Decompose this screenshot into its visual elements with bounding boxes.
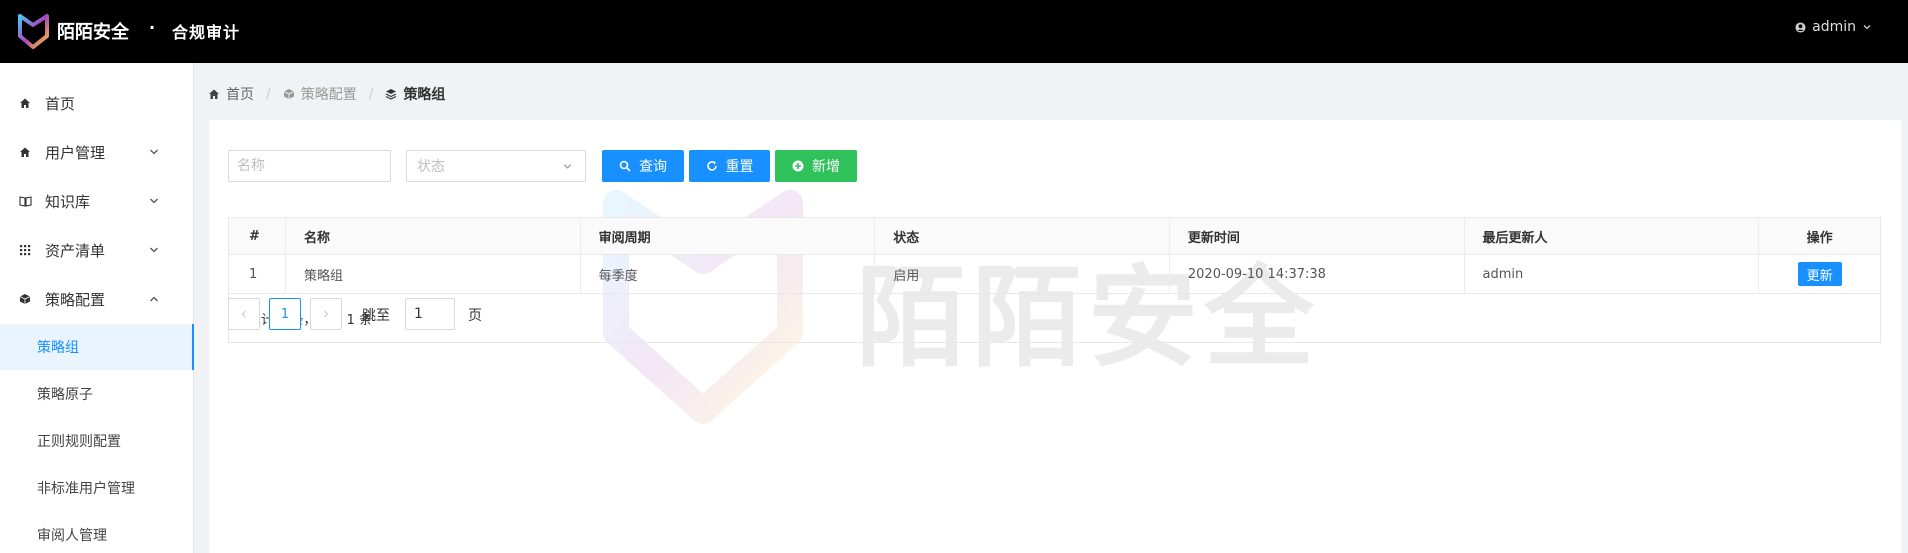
brand-name: 陌陌安全 [57, 22, 129, 43]
chevron-down-icon [150, 149, 158, 155]
breadcrumb-separator: / [266, 86, 271, 102]
sidebar-item-asset-list[interactable]: 资产清单 [0, 230, 194, 270]
row-name: 策略组 [286, 255, 581, 293]
sidebar-subitem-regex-rules[interactable]: 正则规则配置 [0, 418, 194, 464]
row-updater: admin [1465, 255, 1760, 293]
table-header-cell: 审阅周期 [581, 218, 876, 254]
breadcrumb-current-label: 策略组 [403, 87, 446, 103]
row-review-cycle: 每季度 [581, 255, 876, 293]
sidebar-subitem-policy-group[interactable]: 策略组 [0, 324, 194, 370]
table-header-cell: # [229, 218, 286, 254]
chevron-down-icon [150, 247, 158, 253]
sidebar-subitem-label: 非标准用户管理 [37, 481, 135, 497]
momo-logo-icon [18, 14, 49, 49]
jump-to-label: 跳至 [362, 308, 390, 324]
chevron-left-icon [241, 310, 246, 318]
top-header: 陌陌安全 · 合规审计 admin [0, 0, 1908, 63]
prev-page-button[interactable] [228, 298, 260, 330]
add-button[interactable]: 新增 [775, 150, 857, 182]
table-header-cell: 操作 [1806, 230, 1833, 246]
status-select-placeholder: 状态 [417, 159, 445, 175]
app-subtitle: 合规审计 [172, 23, 241, 42]
add-button-label: 新增 [812, 159, 840, 175]
update-button[interactable]: 更新 [1797, 262, 1842, 286]
sidebar: 首页 用户管理 知识库 资产清单 策略配置 策略组 策略原子 正则规则配置 非标… [0, 63, 194, 553]
chevron-right-icon [324, 310, 329, 318]
table-header-cell: 名称 [286, 218, 581, 254]
sidebar-subitem-policy-atom[interactable]: 策略原子 [0, 371, 194, 417]
sidebar-subitem-label: 策略组 [37, 340, 79, 356]
sidebar-item-label: 策略配置 [45, 290, 106, 309]
main-panel: 陌陌安全 状态 查询 重置 新增 # 名称 审阅周期 状态 更新时间 最后更新人… [209, 120, 1901, 553]
grid-icon [18, 243, 32, 257]
row-status: 启用 [875, 255, 1170, 293]
table-header-cell: 最后更新人 [1465, 218, 1760, 254]
sidebar-item-user-management[interactable]: 用户管理 [0, 132, 194, 172]
table-header-row: # 名称 审阅周期 状态 更新时间 最后更新人 操作 [229, 218, 1880, 255]
page-suffix-label: 页 [468, 308, 482, 324]
plus-circle-icon [792, 160, 804, 172]
search-button-label: 查询 [639, 159, 667, 175]
chevron-down-icon [150, 198, 158, 204]
layers-icon [386, 89, 397, 100]
name-input[interactable] [228, 150, 391, 182]
sidebar-item-label: 资产清单 [45, 241, 106, 260]
status-select[interactable]: 状态 [406, 150, 586, 182]
book-icon [18, 194, 32, 208]
row-index: 1 [229, 255, 286, 293]
sidebar-item-label: 用户管理 [45, 143, 106, 162]
page-number-button[interactable]: 1 [269, 298, 301, 330]
user-icon [1795, 21, 1806, 33]
breadcrumb-config-label: 策略配置 [300, 87, 357, 103]
home-icon [209, 89, 219, 99]
chevron-up-icon [150, 296, 158, 302]
chevron-down-icon [563, 164, 572, 169]
table-row: 1 策略组 每季度 启用 2020-09-10 14:37:38 admin 更… [229, 255, 1880, 294]
refresh-icon [706, 161, 717, 171]
sidebar-subitem-nonstandard-users[interactable]: 非标准用户管理 [0, 465, 194, 511]
table-header-cell: 状态 [875, 218, 1170, 254]
sidebar-subitem-label: 审阅人管理 [37, 528, 107, 544]
next-page-button[interactable] [310, 298, 342, 330]
sidebar-item-policy-config[interactable]: 策略配置 [0, 279, 194, 319]
breadcrumb-current: 策略组 [385, 84, 445, 104]
breadcrumb-home-label: 首页 [226, 87, 254, 103]
cube-icon [283, 89, 294, 99]
breadcrumb-home[interactable]: 首页 [208, 84, 254, 104]
reset-button[interactable]: 重置 [689, 150, 770, 182]
home-icon [18, 96, 32, 110]
home-icon [18, 145, 32, 159]
sidebar-item-label: 知识库 [45, 192, 91, 211]
cube-icon [18, 292, 32, 306]
sidebar-item-home[interactable]: 首页 [0, 83, 194, 123]
sidebar-subitem-reviewer-management[interactable]: 审阅人管理 [0, 512, 194, 553]
breadcrumb-policy-config[interactable]: 策略配置 [283, 84, 357, 104]
user-name: admin [1812, 19, 1856, 35]
reset-button-label: 重置 [725, 159, 754, 175]
search-button[interactable]: 查询 [602, 150, 684, 182]
sidebar-subitem-label: 策略原子 [37, 387, 93, 403]
user-menu[interactable]: admin [1795, 19, 1872, 35]
breadcrumb: 首页 / 策略配置 / 策略组 [208, 84, 445, 104]
title-separator: · [149, 18, 156, 37]
table-header-cell: 更新时间 [1170, 218, 1465, 254]
sidebar-item-knowledge-base[interactable]: 知识库 [0, 181, 194, 221]
row-actions: 更新 [1759, 255, 1880, 293]
breadcrumb-separator: / [368, 86, 374, 102]
search-icon [619, 160, 631, 172]
row-updated-time: 2020-09-10 14:37:38 [1170, 255, 1465, 293]
chevron-down-icon [1863, 25, 1871, 30]
jump-page-input[interactable] [405, 298, 455, 330]
sidebar-item-label: 首页 [45, 94, 76, 113]
sidebar-subitem-label: 正则规则配置 [37, 434, 121, 450]
